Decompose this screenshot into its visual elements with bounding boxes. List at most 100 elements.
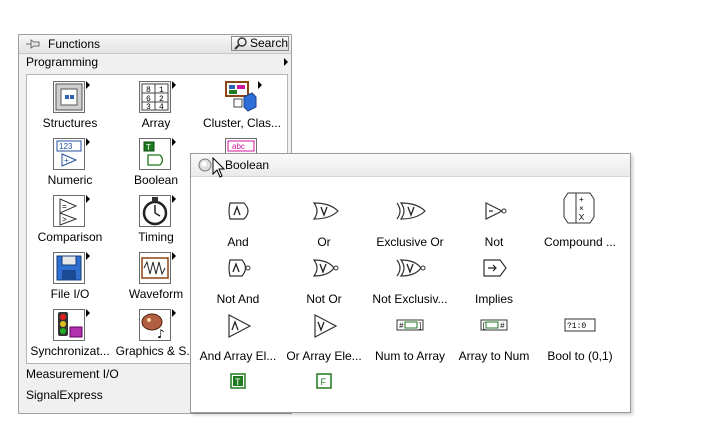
palette-item-cluster-class[interactable]: Cluster, Clas... bbox=[199, 78, 285, 134]
palette-item-label: Waveform bbox=[128, 287, 184, 301]
category-measurement-label: Measurement I/O bbox=[26, 367, 119, 381]
graphics-sound-icon: ♪ bbox=[139, 309, 171, 341]
submenu-arrow-icon bbox=[258, 81, 262, 89]
array-cell-text: 4 bbox=[159, 103, 164, 112]
boolean-item-exclusive-or[interactable]: Exclusive Or bbox=[367, 199, 453, 255]
boolean-title: Boolean bbox=[225, 158, 270, 172]
boolean-item-not-exclusive-or[interactable]: Not Exclusiv... bbox=[367, 256, 453, 312]
boolean-item-and-array[interactable]: And Array El... bbox=[195, 313, 281, 369]
programming-expand-icon[interactable] bbox=[284, 58, 288, 66]
cluster-class-icon bbox=[225, 81, 257, 113]
submenu-arrow-icon bbox=[172, 81, 176, 89]
numeric-icon-text: 123 bbox=[59, 142, 73, 151]
svg-text:T: T bbox=[146, 143, 151, 152]
file-io-icon bbox=[53, 252, 85, 284]
svg-text:#: # bbox=[500, 322, 505, 331]
palette-item-array[interactable]: 8 1 6 2 3 4 Array bbox=[113, 78, 199, 134]
nor-gate-icon bbox=[312, 259, 339, 277]
submenu-arrow-icon bbox=[86, 195, 90, 203]
xor-gate-icon bbox=[396, 202, 426, 220]
palette-item-label: Graphics & S... bbox=[115, 344, 197, 358]
xnor-gate-icon bbox=[396, 259, 426, 277]
search-label: Search bbox=[250, 36, 289, 50]
and-gate-icon bbox=[228, 202, 249, 220]
palette-item-boolean[interactable]: T Boolean bbox=[113, 135, 199, 191]
palette-item-numeric[interactable]: 123 + Numeric bbox=[27, 135, 113, 191]
svg-text:]: ] bbox=[418, 323, 422, 331]
palette-item-label: Boolean bbox=[133, 173, 179, 187]
array-cell-text: 3 bbox=[146, 103, 151, 112]
boolean-item-and[interactable]: And bbox=[195, 199, 281, 255]
string-icon: abc bbox=[225, 138, 257, 154]
compound-arithmetic-icon: + × bbox=[563, 192, 595, 224]
boolean-item-label: Or bbox=[317, 235, 331, 249]
synchronization-icon bbox=[53, 309, 85, 341]
submenu-arrow-icon bbox=[86, 138, 90, 146]
submenu-arrow-icon bbox=[172, 252, 176, 260]
submenu-arrow-icon bbox=[86, 252, 90, 260]
palette-item-label: Array bbox=[141, 116, 171, 130]
palette-item-label: Structures bbox=[42, 116, 98, 130]
boolean-item-label: Exclusive Or bbox=[376, 235, 444, 249]
category-measurement-io[interactable]: Measurement I/O bbox=[26, 367, 119, 381]
boolean-item-not-or[interactable]: Not Or bbox=[281, 256, 367, 312]
pushpin-icon[interactable] bbox=[25, 37, 41, 51]
bool-to-01-icon-text: ?1:0 bbox=[567, 322, 586, 331]
palette-item-structures[interactable]: Structures bbox=[27, 78, 113, 134]
functions-title: Functions bbox=[48, 37, 101, 51]
boolean-item-not-and[interactable]: Not And bbox=[195, 256, 281, 312]
palette-item-synchronization[interactable]: Synchronizat... bbox=[27, 306, 113, 362]
boolean-item-array-to-num[interactable]: [ # Array to Num bbox=[451, 313, 537, 369]
search-icon bbox=[234, 37, 247, 50]
category-programming[interactable]: Programming bbox=[26, 55, 98, 69]
svg-text:+: + bbox=[64, 156, 69, 165]
boolean-item-label: Array to Num bbox=[458, 349, 530, 363]
boolean-item-num-to-array[interactable]: # ] Num to Array bbox=[367, 313, 453, 369]
or-array-icon bbox=[314, 314, 338, 338]
functions-titlebar[interactable]: Functions Search bbox=[19, 35, 291, 54]
palette-item-file-io[interactable]: File I/O bbox=[27, 249, 113, 305]
boolean-item-implies[interactable]: Implies bbox=[451, 256, 537, 312]
boolean-titlebar[interactable]: Boolean bbox=[191, 154, 630, 177]
palette-item-label: Timing bbox=[138, 230, 174, 244]
boolean-item-false-constant[interactable]: F bbox=[281, 370, 367, 426]
boolean-item-or[interactable]: Or bbox=[281, 199, 367, 255]
true-constant-icon: T bbox=[230, 373, 246, 389]
boolean-item-bool-to-01[interactable]: ?1:0 Bool to (0,1) bbox=[537, 313, 623, 369]
boolean-item-label: Not bbox=[484, 235, 504, 249]
palette-item-waveform[interactable]: Waveform bbox=[113, 249, 199, 305]
submenu-arrow-icon bbox=[86, 81, 90, 89]
array-icon: 8 1 6 2 3 4 bbox=[139, 81, 171, 113]
boolean-item-label: Bool to (0,1) bbox=[547, 349, 613, 363]
svg-text:×: × bbox=[579, 204, 584, 213]
not-gate-icon bbox=[485, 202, 507, 220]
boolean-item-label: Not Exclusiv... bbox=[372, 292, 448, 306]
boolean-item-or-array[interactable]: Or Array Ele... bbox=[281, 313, 367, 369]
palette-item-timing[interactable]: Timing bbox=[113, 192, 199, 248]
num-to-array-icon: # ] bbox=[396, 319, 424, 331]
boolean-item-label: Not Or bbox=[306, 292, 342, 306]
boolean-item-true-constant[interactable]: T bbox=[195, 370, 281, 426]
bool-to-01-icon: ?1:0 bbox=[564, 318, 596, 332]
or-gate-icon bbox=[312, 202, 339, 220]
comparison-icon: = > bbox=[53, 195, 85, 227]
palette-item-graphics-sound[interactable]: ♪ Graphics & S... bbox=[113, 306, 199, 362]
boolean-item-label: And bbox=[227, 235, 249, 249]
boolean-item-compound[interactable]: + × Compound ... bbox=[537, 191, 623, 249]
palette-item-label: Synchronizat... bbox=[30, 344, 110, 358]
palette-item-label: Numeric bbox=[47, 173, 93, 187]
boolean-item-label: Num to Array bbox=[374, 349, 446, 363]
boolean-item-not[interactable]: Not bbox=[451, 199, 537, 255]
array-cell-text: 1 bbox=[159, 86, 164, 95]
mouse-cursor-icon bbox=[212, 157, 226, 178]
timing-icon bbox=[139, 195, 171, 227]
submenu-arrow-icon bbox=[172, 195, 176, 203]
nand-gate-icon bbox=[228, 259, 251, 277]
implies-icon bbox=[483, 259, 507, 277]
search-button[interactable]: Search bbox=[231, 36, 289, 51]
category-programming-label: Programming bbox=[26, 55, 99, 69]
palette-item-label: Comparison bbox=[37, 230, 103, 244]
svg-text:#: # bbox=[399, 322, 404, 331]
palette-item-comparison[interactable]: = > Comparison bbox=[27, 192, 113, 248]
palette-item-label: File I/O bbox=[50, 287, 90, 301]
